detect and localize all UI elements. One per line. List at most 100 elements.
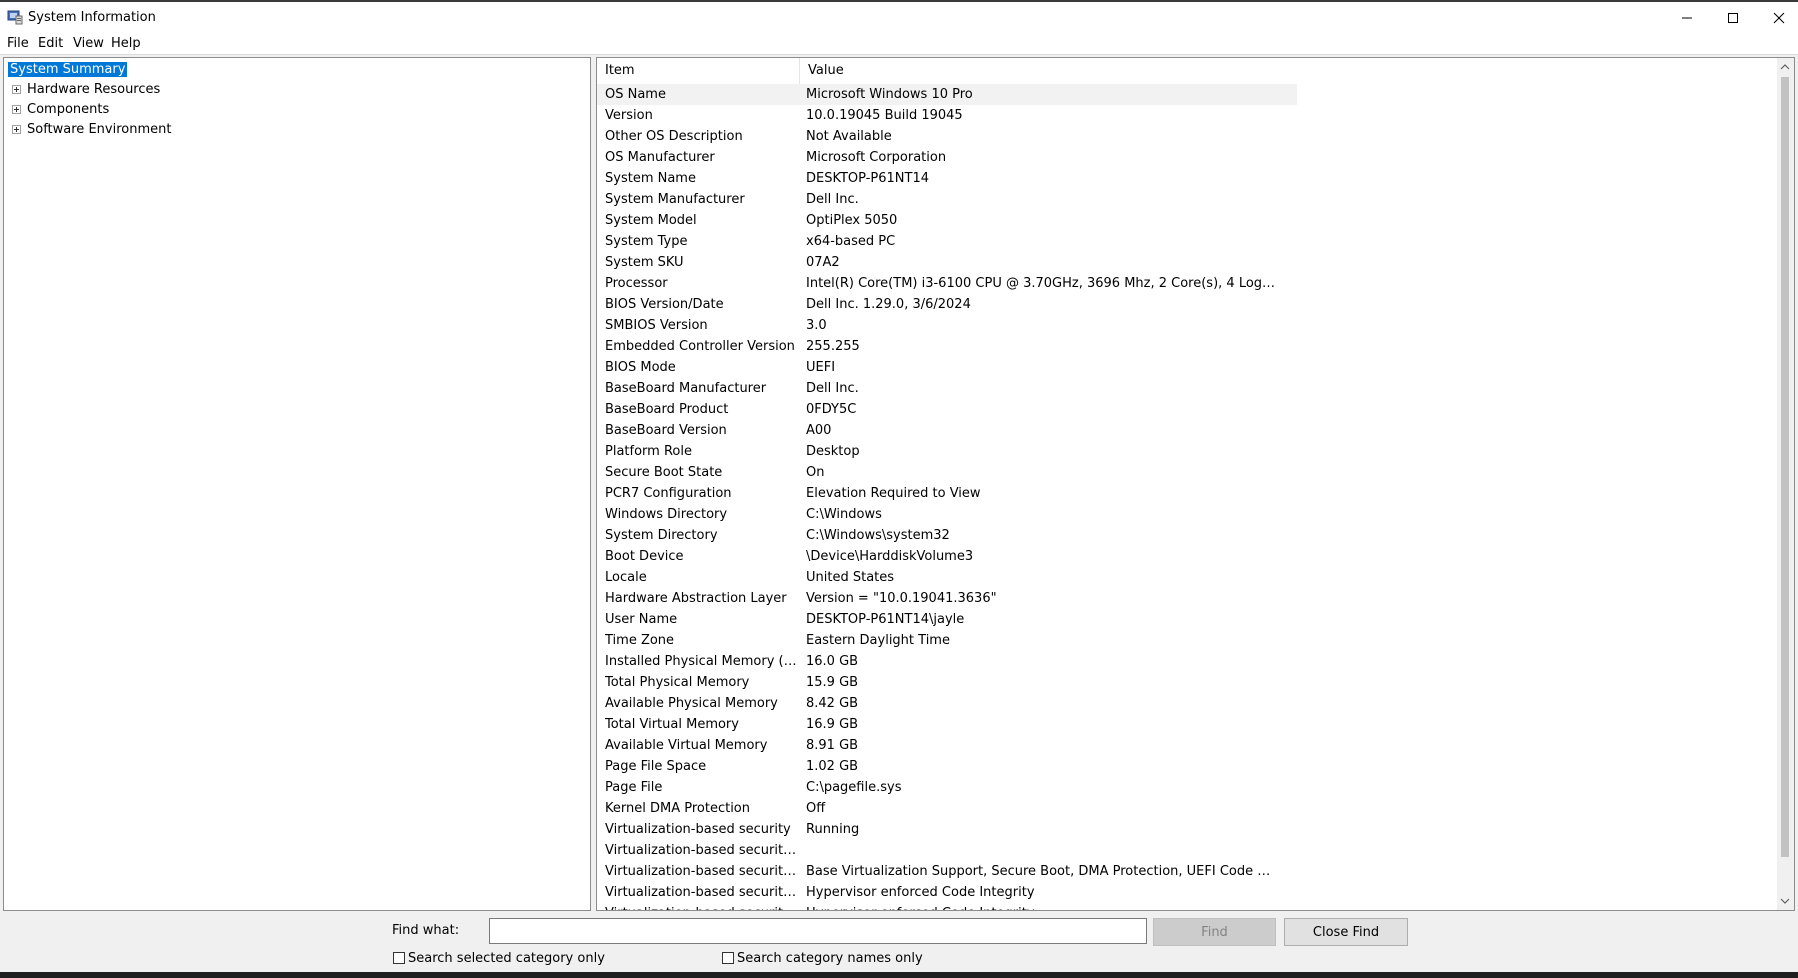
row-item-cell: Hardware Abstraction Layer	[605, 591, 787, 606]
table-row[interactable]: Secure Boot State On	[597, 462, 1297, 483]
table-row[interactable]: System Directory C:\Windows\system32	[597, 525, 1297, 546]
row-item-cell: Processor	[605, 276, 668, 291]
search-selected-category-checkbox[interactable]: Search selected category only	[393, 949, 605, 967]
table-row[interactable]: BaseBoard Product 0FDY5C	[597, 399, 1297, 420]
table-row[interactable]: Locale United States	[597, 567, 1297, 588]
table-row[interactable]: PCR7 Configuration Elevation Required to …	[597, 483, 1297, 504]
tree-item-label: Hardware Resources	[27, 82, 161, 97]
maximize-icon	[1728, 13, 1738, 23]
table-row[interactable]: User Name DESKTOP-P61NT14\jayle	[597, 609, 1297, 630]
table-row[interactable]: Available Physical Memory 8.42 GB	[597, 693, 1297, 714]
close-find-button[interactable]: Close Find	[1284, 918, 1408, 946]
table-row[interactable]: Platform Role Desktop	[597, 441, 1297, 462]
find-what-input[interactable]	[489, 918, 1147, 944]
row-value-cell: 8.91 GB	[806, 738, 859, 753]
expand-plus-icon[interactable]	[12, 105, 21, 114]
category-tree[interactable]: System Summary Hardware Resources Compon…	[3, 57, 591, 911]
close-button[interactable]	[1756, 4, 1798, 32]
row-item-cell: Time Zone	[605, 633, 675, 648]
table-row[interactable]: Page File Space 1.02 GB	[597, 756, 1297, 777]
scrollbar-thumb[interactable]	[1781, 77, 1789, 857]
row-item-cell: Virtualization-based security Se...	[605, 885, 798, 900]
table-row[interactable]: SMBIOS Version 3.0	[597, 315, 1297, 336]
table-row[interactable]: System Name DESKTOP-P61NT14	[597, 168, 1297, 189]
search-category-names-checkbox[interactable]: Search category names only	[722, 949, 923, 967]
table-row[interactable]: Time Zone Eastern Daylight Time	[597, 630, 1297, 651]
checkbox-label: Search category names only	[737, 950, 923, 966]
scroll-up-arrow-icon[interactable]	[1780, 62, 1790, 72]
table-row[interactable]: OS Manufacturer Microsoft Corporation	[597, 147, 1297, 168]
table-row[interactable]: Hardware Abstraction Layer Version = "10.…	[597, 588, 1297, 609]
row-value-cell: 10.0.19045 Build 19045	[806, 108, 963, 123]
table-row[interactable]: Available Virtual Memory 8.91 GB	[597, 735, 1297, 756]
menu-file[interactable]: File	[7, 36, 29, 51]
row-item-cell: PCR7 Configuration	[605, 486, 732, 501]
row-value-cell: \Device\HarddiskVolume3	[806, 549, 974, 564]
row-value-cell: DESKTOP-P61NT14\jayle	[806, 612, 965, 627]
row-value-cell: Intel(R) Core(TM) i3-6100 CPU @ 3.70GHz,…	[806, 276, 1276, 291]
row-value-cell: 16.9 GB	[806, 717, 859, 732]
table-row[interactable]: Total Virtual Memory 16.9 GB	[597, 714, 1297, 735]
find-bar: Find what: Find Close Find Search select…	[0, 912, 1798, 972]
table-row[interactable]: BIOS Version/Date Dell Inc. 1.29.0, 3/6/2…	[597, 294, 1297, 315]
table-row[interactable]: Virtualization-based security Se... Hyper…	[597, 882, 1297, 903]
column-header-value[interactable]: Value	[800, 58, 1272, 84]
table-row[interactable]: BaseBoard Version A00	[597, 420, 1297, 441]
row-value-cell: Not Available	[806, 129, 892, 144]
list-rows: OS Name Microsoft Windows 10 Pro Version 10…	[597, 84, 1297, 910]
table-row[interactable]: Virtualization-based security Se... Hyper…	[597, 903, 1297, 910]
table-row[interactable]: System SKU 07A2	[597, 252, 1297, 273]
tree-item-system-summary[interactable]: System Summary	[8, 60, 128, 80]
table-row[interactable]: BIOS Mode UEFI	[597, 357, 1297, 378]
table-row[interactable]: Total Physical Memory 15.9 GB	[597, 672, 1297, 693]
table-row[interactable]: Embedded Controller Version 255.255	[597, 336, 1297, 357]
row-item-cell: Platform Role	[605, 444, 692, 459]
find-button[interactable]: Find	[1153, 918, 1276, 946]
tree-item-label: Components	[27, 102, 110, 117]
row-item-cell: Other OS Description	[605, 129, 743, 144]
table-row[interactable]: Processor Intel(R) Core(TM) i3-6100 CPU @…	[597, 273, 1297, 294]
expand-plus-icon[interactable]	[12, 125, 21, 134]
table-row[interactable]: Other OS Description Not Available	[597, 126, 1297, 147]
table-row[interactable]: OS Name Microsoft Windows 10 Pro	[597, 84, 1297, 105]
table-row[interactable]: System Model OptiPlex 5050	[597, 210, 1297, 231]
table-row[interactable]: System Manufacturer Dell Inc.	[597, 189, 1297, 210]
row-item-cell: Page File Space	[605, 759, 707, 774]
vertical-scrollbar[interactable]	[1777, 58, 1794, 910]
table-row[interactable]: Virtualization-based security Re...	[597, 840, 1297, 861]
menu-help[interactable]: Help	[111, 36, 141, 51]
row-item-cell: Installed Physical Memory (RAM)	[605, 654, 798, 669]
close-icon	[1773, 12, 1785, 24]
table-row[interactable]: Virtualization-based security Running	[597, 819, 1297, 840]
table-row[interactable]: Virtualization-based security Av... Base …	[597, 861, 1297, 882]
row-item-cell: Available Physical Memory	[605, 696, 778, 711]
checkbox-box[interactable]	[722, 952, 734, 964]
checkbox-label: Search selected category only	[408, 950, 605, 966]
checkbox-box[interactable]	[393, 952, 405, 964]
table-row[interactable]: Windows Directory C:\Windows	[597, 504, 1297, 525]
row-item-cell: BaseBoard Product	[605, 402, 729, 417]
menu-edit[interactable]: Edit	[38, 36, 63, 51]
column-header-item[interactable]: Item	[597, 58, 800, 84]
table-row[interactable]: Boot Device \Device\HarddiskVolume3	[597, 546, 1297, 567]
maximize-button[interactable]	[1710, 4, 1756, 32]
details-list[interactable]: Item Value OS Name Microsoft Windows 10 P…	[596, 57, 1795, 911]
table-row[interactable]: Version 10.0.19045 Build 19045	[597, 105, 1297, 126]
table-row[interactable]: System Type x64-based PC	[597, 231, 1297, 252]
table-row[interactable]: Kernel DMA Protection Off	[597, 798, 1297, 819]
row-value-cell: Base Virtualization Support, Secure Boot…	[806, 864, 1276, 879]
table-row[interactable]: Installed Physical Memory (RAM) 16.0 GB	[597, 651, 1297, 672]
minimize-button[interactable]	[1664, 4, 1710, 32]
window-title: System Information	[28, 10, 156, 25]
row-value-cell: Dell Inc. 1.29.0, 3/6/2024	[806, 297, 971, 312]
scroll-down-arrow-icon[interactable]	[1780, 896, 1790, 906]
table-row[interactable]: BaseBoard Manufacturer Dell Inc.	[597, 378, 1297, 399]
row-value-cell: C:\Windows\system32	[806, 528, 950, 543]
menu-view[interactable]: View	[73, 36, 104, 51]
table-row[interactable]: Page File C:\pagefile.sys	[597, 777, 1297, 798]
menu-bar: File Edit View Help	[0, 32, 1798, 55]
title-bar[interactable]: System Information	[0, 2, 1798, 32]
tree-item-label: System Summary	[8, 62, 128, 77]
expand-plus-icon[interactable]	[12, 85, 21, 94]
row-value-cell: Hypervisor enforced Code Integrity	[806, 903, 1276, 910]
